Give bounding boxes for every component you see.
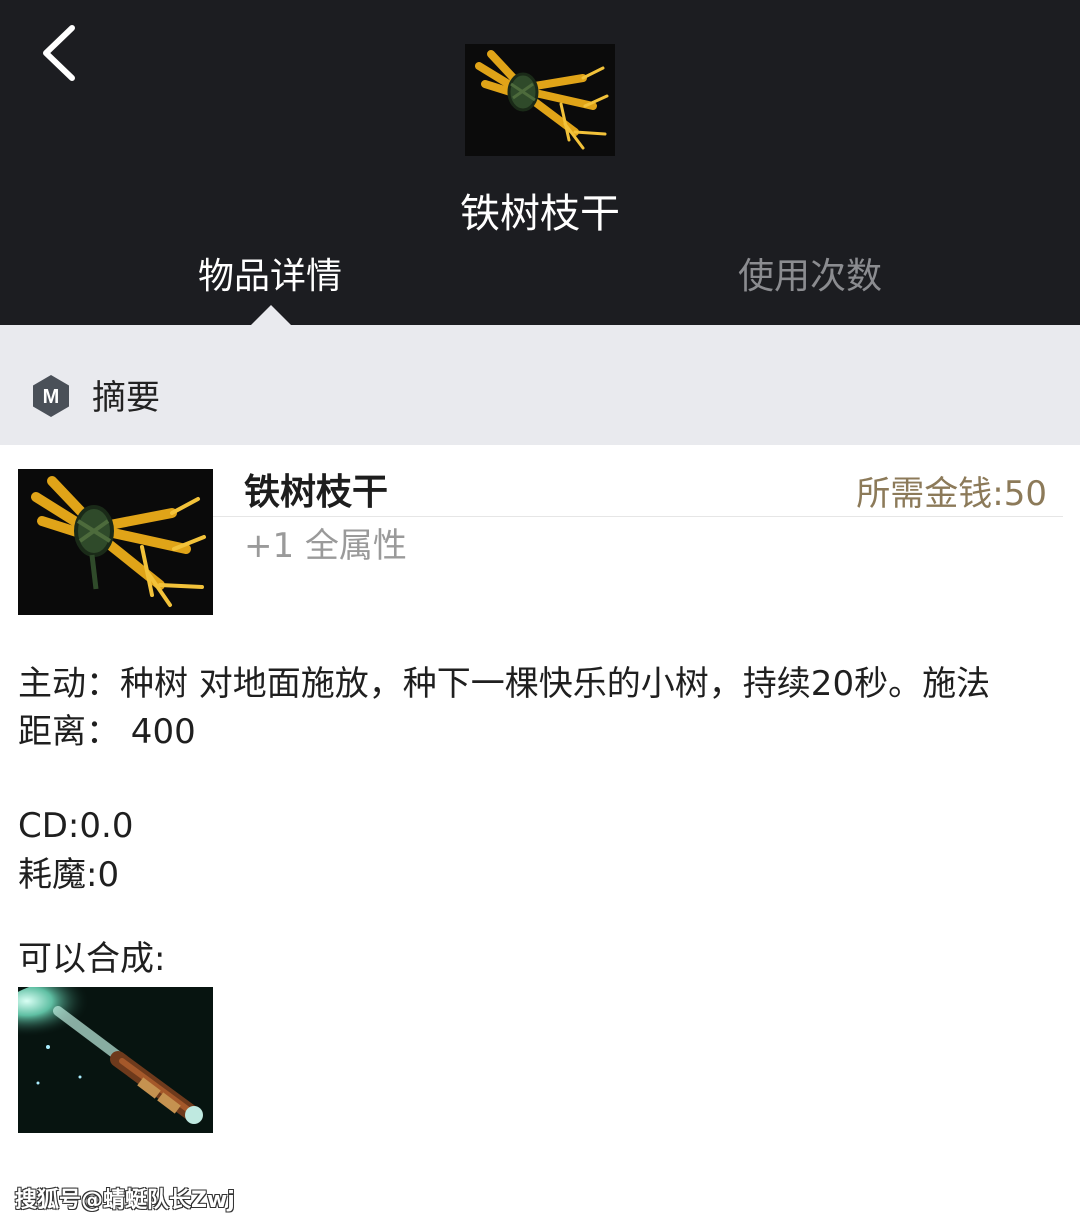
combine-label: 可以合成: xyxy=(18,939,166,979)
combine-item-thumbnail[interactable] xyxy=(0,981,213,1133)
iron-branch-icon xyxy=(18,469,213,615)
active-tab-indicator xyxy=(251,305,291,325)
back-button[interactable] xyxy=(30,18,90,88)
watermark: 搜狐号@蜻蜓队长Zwj xyxy=(15,1188,235,1213)
item-thumbnail xyxy=(18,469,213,615)
summary-section-bar xyxy=(0,325,1080,445)
svg-text:M: M xyxy=(43,386,60,408)
item-header: 铁树枝干 物品详情 使用次数 xyxy=(0,0,1080,325)
item-title: 铁树枝干 xyxy=(460,191,620,237)
tab-item-details[interactable]: 物品详情 xyxy=(0,252,540,302)
item-price: 所需金钱:50 xyxy=(856,474,1047,514)
section-logo-icon: M xyxy=(31,374,71,418)
cooldown-text: CD:0.0 xyxy=(18,806,134,846)
magic-wand-icon xyxy=(0,981,213,1133)
item-description: 主动：种树 对地面施放，种下一棵快乐的小树，持续20秒。施法 距离： 400 xyxy=(18,660,1058,756)
section-title: 摘要 xyxy=(92,378,160,418)
iron-branch-icon xyxy=(465,44,615,156)
back-chevron-icon xyxy=(43,25,75,81)
item-attribute: +1 全属性 xyxy=(244,526,407,566)
active-ability-text: 主动：种树 对地面施放，种下一棵快乐的小树，持续20秒。施法 xyxy=(18,664,991,704)
item-name: 铁树枝干 xyxy=(244,472,389,513)
cast-range-text: 距离： 400 xyxy=(18,712,196,752)
card-divider xyxy=(213,516,1063,517)
tab-usage-count[interactable]: 使用次数 xyxy=(540,252,1080,302)
mana-cost-text: 耗魔:0 xyxy=(18,855,120,895)
